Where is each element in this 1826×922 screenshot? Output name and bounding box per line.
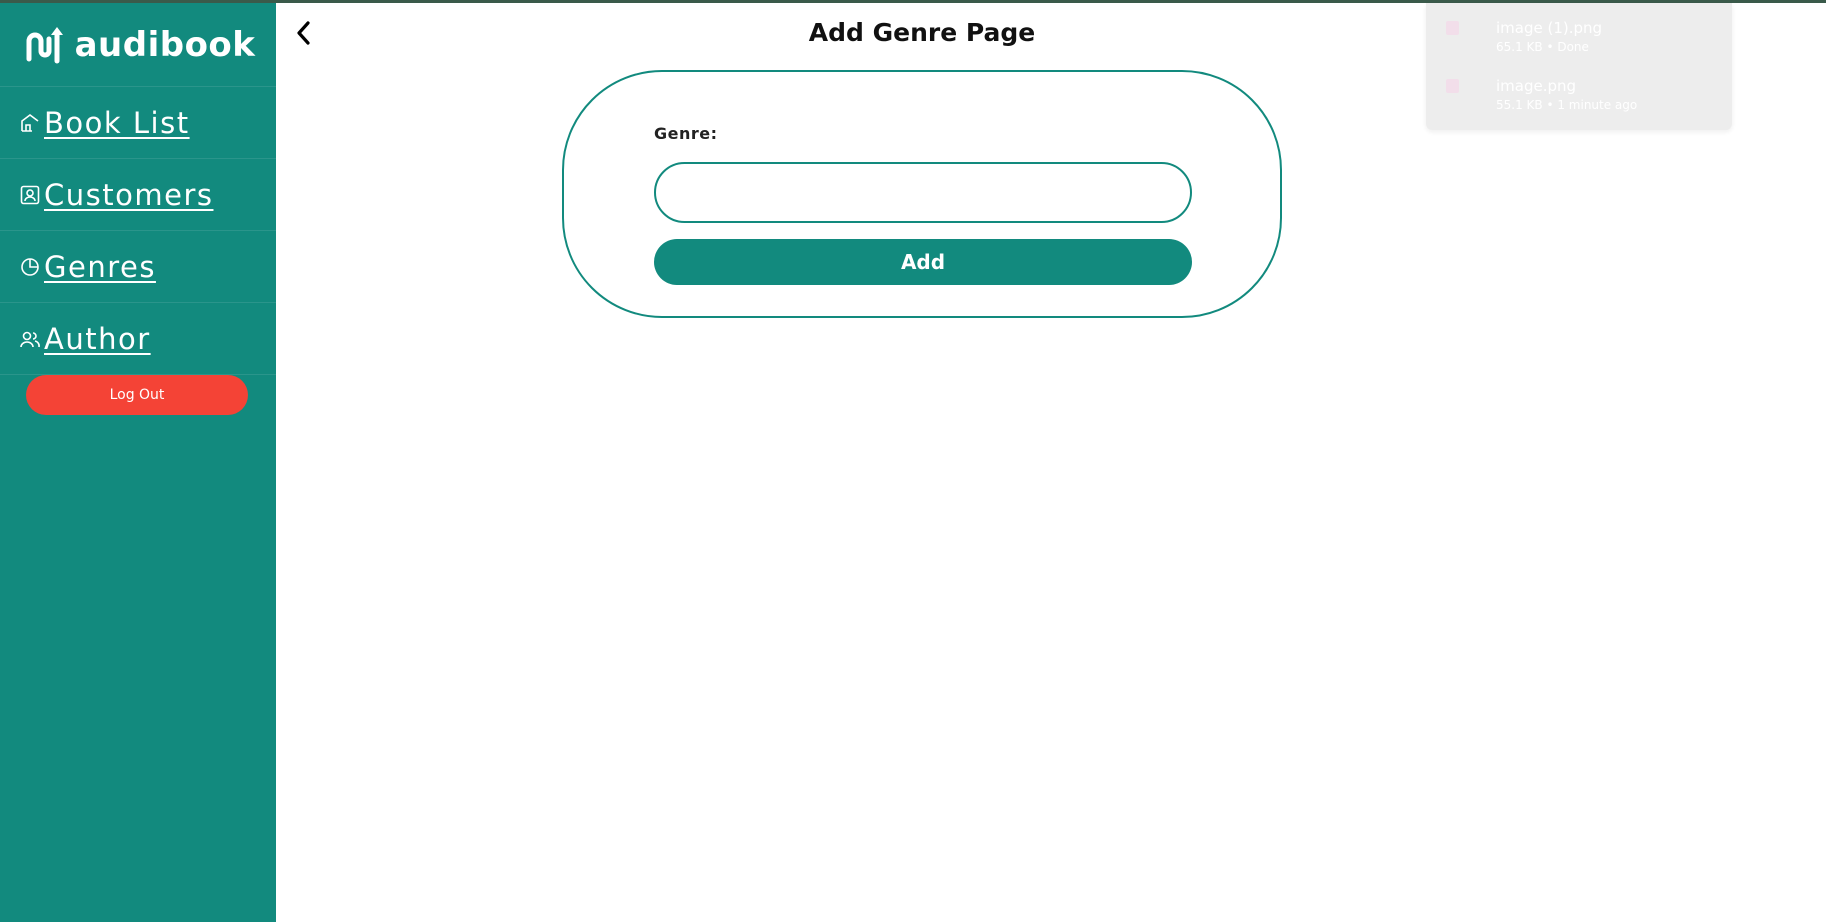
- download-file-meta: 65.1 KB • Done: [1496, 40, 1589, 54]
- logout-container: Log Out: [0, 375, 276, 415]
- add-genre-form: Genre: Add: [562, 70, 1282, 318]
- sidebar-item-label[interactable]: Book List: [44, 106, 190, 140]
- pie-chart-icon: [21, 257, 39, 276]
- page-title: Add Genre Page: [808, 18, 1036, 47]
- add-button[interactable]: Add: [654, 239, 1192, 285]
- download-file-name: image.png: [1496, 77, 1577, 95]
- download-file-name: image (1).png: [1496, 19, 1603, 37]
- sidebar-item-label[interactable]: Author: [44, 322, 151, 356]
- brand-name: audibook: [74, 24, 256, 65]
- download-item[interactable]: image (1).png 65.1 KB • Done: [1446, 19, 1716, 63]
- home-icon: [21, 113, 39, 132]
- audibook-logo-icon: [26, 26, 63, 63]
- sidebar-item-genres[interactable]: Genres: [0, 231, 276, 303]
- brand-logo[interactable]: audibook: [0, 3, 276, 87]
- sidebar-item-label[interactable]: Customers: [44, 178, 213, 212]
- logout-button[interactable]: Log Out: [26, 375, 248, 415]
- downloads-panel: image (1).png 65.1 KB • Done image.png 5…: [1426, 3, 1732, 130]
- genre-label: Genre:: [654, 124, 718, 143]
- image-file-icon: [1446, 21, 1459, 35]
- sidebar: audibook Book List Customers Genres Auth…: [0, 3, 276, 922]
- sidebar-item-book-list[interactable]: Book List: [0, 87, 276, 159]
- sidebar-item-author[interactable]: Author: [0, 303, 276, 375]
- download-file-meta: 55.1 KB • 1 minute ago: [1496, 98, 1638, 112]
- download-item[interactable]: image.png 55.1 KB • 1 minute ago: [1446, 77, 1716, 121]
- contact-card-icon: [20, 185, 40, 204]
- image-file-icon: [1446, 79, 1459, 93]
- genre-input[interactable]: [654, 162, 1192, 223]
- users-icon: [20, 331, 40, 347]
- sidebar-item-label[interactable]: Genres: [44, 250, 156, 284]
- sidebar-item-customers[interactable]: Customers: [0, 159, 276, 231]
